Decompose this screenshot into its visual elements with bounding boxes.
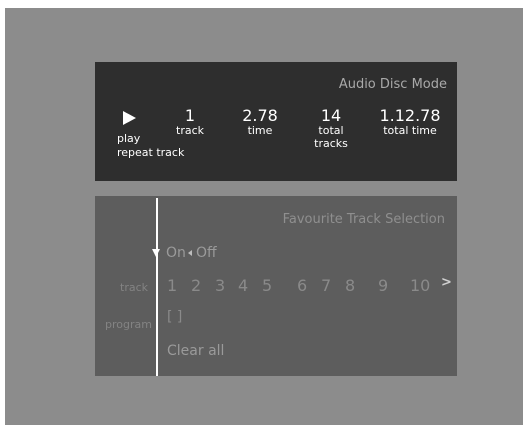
total-time-label: total time [383,124,437,137]
track-option-5[interactable]: 5 [262,276,272,295]
play-label: play [117,132,141,145]
total-time-stat: 1.12.78 total time [378,107,442,137]
off-option[interactable]: Off [196,245,217,261]
program-row-label: program [105,318,152,331]
track-option-10[interactable]: 10 [410,276,430,295]
track-row-label: track [120,281,148,294]
clear-all-button[interactable]: Clear all [167,343,224,359]
track-option-1[interactable]: 1 [167,276,177,295]
track-label: track [176,124,204,137]
total-tracks-stat: 14 total tracks [301,107,361,150]
track-option-7[interactable]: 7 [321,276,331,295]
next-page-icon[interactable]: > [441,275,452,290]
track-option-4[interactable]: 4 [238,276,248,295]
time-value: 2.78 [242,106,278,125]
panel-title: Favourite Track Selection [282,212,445,227]
track-stat: 1 track [175,107,205,137]
vertical-divider [156,198,158,376]
program-slot[interactable]: [ ] [167,309,182,325]
arrow-left-icon [188,250,192,256]
play-icon[interactable] [123,111,136,125]
track-option-9[interactable]: 9 [378,276,388,295]
track-option-2[interactable]: 2 [191,276,201,295]
track-option-3[interactable]: 3 [215,276,225,295]
total-tracks-value: 14 [320,106,342,125]
total-tracks-label: total tracks [314,124,348,150]
track-option-8[interactable]: 8 [345,276,355,295]
track-value: 1 [184,106,196,125]
on-option[interactable]: On [166,245,186,261]
panel-title: Audio Disc Mode [338,77,447,92]
total-time-value: 1.12.78 [379,106,441,125]
audio-disc-panel: Audio Disc Mode play repeat track 1 trac… [95,62,457,181]
favourite-track-panel: Favourite Track Selection On Off track p… [95,196,457,376]
repeat-track-label: repeat track [117,146,185,159]
time-stat: 2.78 time [240,107,280,137]
time-label: time [247,124,273,137]
track-option-6[interactable]: 6 [297,276,307,295]
